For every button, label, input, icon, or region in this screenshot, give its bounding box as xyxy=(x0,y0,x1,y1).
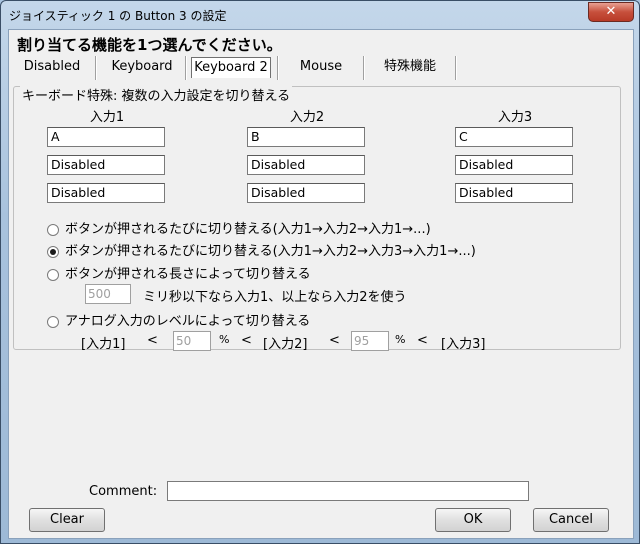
column-header-input2: 入力2 xyxy=(289,110,325,125)
tab-separator xyxy=(363,56,365,80)
radio-button[interactable] xyxy=(47,223,59,236)
column-header-input3: 入力3 xyxy=(497,110,533,125)
analog-input2-label: [入力2] xyxy=(263,337,308,352)
comment-label: Comment: xyxy=(89,484,158,499)
window-title: ジョイスティック 1 の Button 3 の設定 xyxy=(9,9,227,23)
cancel-button[interactable]: Cancel xyxy=(533,508,609,532)
tab-separator xyxy=(455,56,457,80)
group-legend: キーボード特殊: 複数の入力設定を切り替える xyxy=(20,85,293,104)
ok-button[interactable]: OK xyxy=(435,508,511,532)
tab-mouse[interactable]: Mouse xyxy=(289,56,353,78)
tab-keyboard[interactable]: Keyboard xyxy=(105,56,179,78)
less-than-label: < xyxy=(329,333,340,348)
duration-ms-input[interactable]: 500 xyxy=(85,284,131,304)
percent-label: % xyxy=(219,333,230,346)
tab-separator xyxy=(185,56,187,80)
analog-input1-label: [入力1] xyxy=(81,337,126,352)
option-toggle-2[interactable]: ボタンが押されるたびに切り替える(入力1→入力2→入力1→...) xyxy=(47,218,431,237)
option-label: アナログ入力のレベルによって切り替える xyxy=(65,314,311,329)
input2-key1-field[interactable]: B xyxy=(247,127,365,147)
option-toggle-3[interactable]: ボタンが押されるたびに切り替える(入力1→入力2→入力3→入力1→...) xyxy=(47,240,476,259)
radio-button[interactable] xyxy=(47,315,59,328)
clear-button[interactable]: Clear xyxy=(29,508,105,532)
option-label: ボタンが押されるたびに切り替える(入力1→入力2→入力3→入力1→...) xyxy=(65,244,476,259)
tab-special[interactable]: 特殊機能 xyxy=(373,56,447,78)
tab-keyboard-2[interactable]: Keyboard 2 xyxy=(191,57,271,78)
input1-key1-field[interactable]: A xyxy=(47,127,165,147)
instruction-text: 割り当てる機能を1つ選んでください。 xyxy=(17,36,282,54)
less-than-label: < xyxy=(417,333,428,348)
analog-input3-label: [入力3] xyxy=(441,337,486,352)
option-analog-level[interactable]: アナログ入力のレベルによって切り替える xyxy=(47,310,310,329)
dialog-client: 割り当てる機能を1つ選んでください。 Disabled Keyboard Key… xyxy=(8,29,634,539)
column-header-input1: 入力1 xyxy=(89,110,125,125)
less-than-label: < xyxy=(147,333,158,348)
input1-key2-field[interactable]: Disabled xyxy=(47,155,165,175)
comment-input[interactable] xyxy=(167,481,529,501)
input2-key2-field[interactable]: Disabled xyxy=(247,155,365,175)
input2-key3-field[interactable]: Disabled xyxy=(247,183,365,203)
option-label: ボタンが押される長さによって切り替える xyxy=(65,267,311,282)
duration-suffix-label: ミリ秒以下なら入力1、以上なら入力2を使う xyxy=(143,290,407,305)
tab-disabled[interactable]: Disabled xyxy=(17,56,87,78)
dialog-window: ジョイスティック 1 の Button 3 の設定 ✕ 割り当てる機能を1つ選ん… xyxy=(0,0,640,544)
option-hold-duration[interactable]: ボタンが押される長さによって切り替える xyxy=(47,263,311,282)
input1-key3-field[interactable]: Disabled xyxy=(47,183,165,203)
input3-key3-field[interactable]: Disabled xyxy=(455,183,573,203)
analog-threshold1-input[interactable]: 50 xyxy=(173,331,211,351)
input3-key1-field[interactable]: C xyxy=(455,127,573,147)
tab-separator xyxy=(277,56,279,80)
analog-threshold2-input[interactable]: 95 xyxy=(351,331,389,351)
percent-label: % xyxy=(395,333,406,346)
less-than-label: < xyxy=(241,333,252,348)
input3-key2-field[interactable]: Disabled xyxy=(455,155,573,175)
option-label: ボタンが押されるたびに切り替える(入力1→入力2→入力1→...) xyxy=(65,222,431,237)
radio-button-selected[interactable] xyxy=(47,245,59,258)
tab-separator xyxy=(95,56,97,80)
radio-button[interactable] xyxy=(47,268,59,281)
title-bar[interactable]: ジョイスティック 1 の Button 3 の設定 ✕ xyxy=(1,1,639,27)
close-button[interactable]: ✕ xyxy=(588,2,634,22)
